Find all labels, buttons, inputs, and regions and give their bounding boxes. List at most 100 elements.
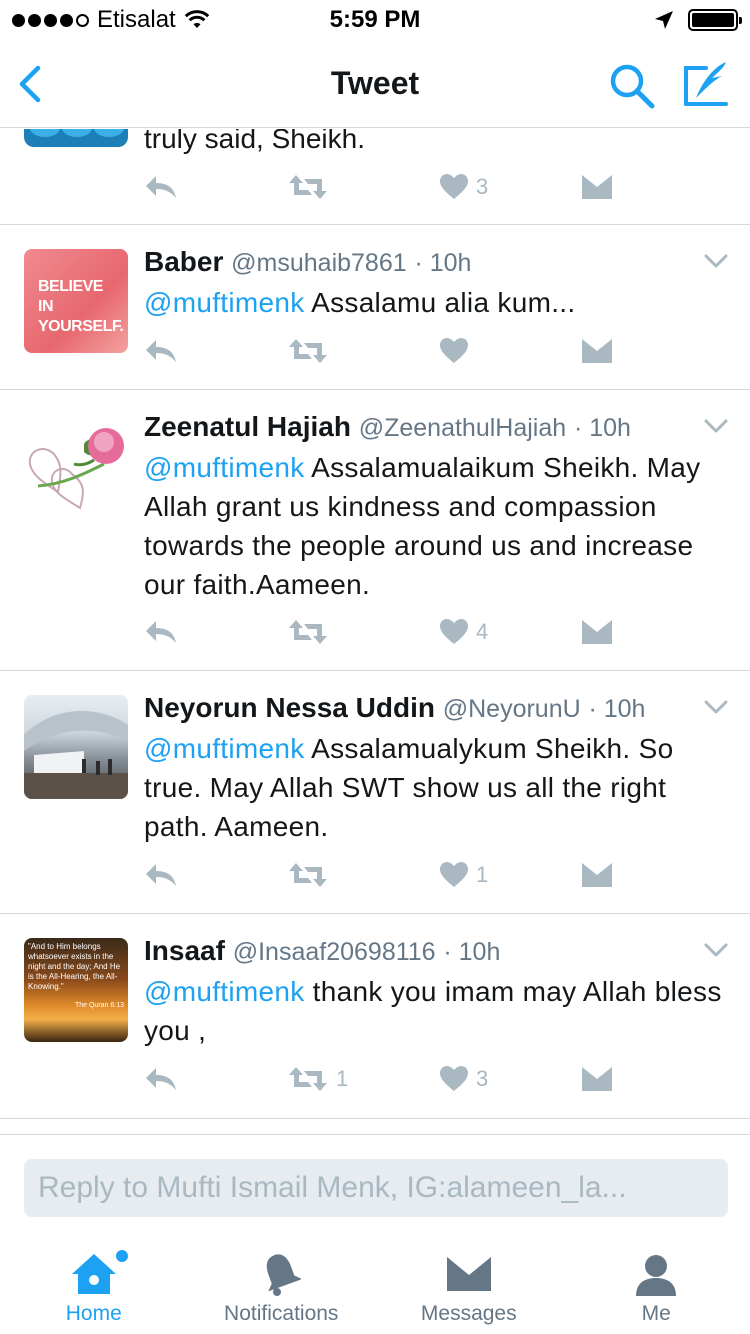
like-count: 4 <box>476 619 489 644</box>
retweet-button[interactable] <box>288 612 336 652</box>
reply-button[interactable] <box>144 331 178 371</box>
reply-input[interactable]: Reply to Mufti Ismail Menk, IG:alameen_l… <box>24 1159 728 1217</box>
status-right <box>654 9 742 31</box>
bell-icon <box>267 1254 302 1296</box>
tweet-header: Insaaf @Insaaf20698116 · 10h <box>144 932 690 971</box>
chevron-down-icon[interactable] <box>704 699 728 715</box>
back-chevron-icon[interactable] <box>14 62 50 106</box>
tab-me[interactable]: Me <box>563 1236 750 1334</box>
direct-message-button[interactable] <box>582 331 612 371</box>
envelope-icon <box>582 339 612 363</box>
tweet-text: @muftimenk thank you imam may Allah bles… <box>144 976 722 1046</box>
tweet-actions: 1 <box>144 855 624 895</box>
chevron-down-icon[interactable] <box>704 942 728 958</box>
like-button[interactable]: 4 <box>440 612 488 652</box>
reply-icon <box>146 1068 176 1090</box>
envelope-icon <box>582 175 612 199</box>
mention-link[interactable]: @muftimenk <box>144 452 305 483</box>
retweet-button[interactable]: 1 <box>288 1059 348 1099</box>
tab-messages[interactable]: Messages <box>375 1236 563 1334</box>
avatar-caption: "And to Him belongs whatsoever exists in… <box>28 942 121 991</box>
like-button[interactable] <box>440 331 476 371</box>
location-arrow-icon <box>655 11 673 29</box>
chevron-down-icon[interactable] <box>704 418 728 434</box>
like-button[interactable]: 1 <box>440 855 488 895</box>
tweet[interactable]: BELIEVE IN YOURSELF. Baber @msuhaib7861 … <box>0 225 750 390</box>
user-handle[interactable]: @NeyorunU <box>443 695 581 723</box>
tweet[interactable]: Neyorun Nessa Uddin @NeyorunU · 10h @muf… <box>0 671 750 914</box>
retweet-icon <box>289 863 327 887</box>
user-name[interactable]: Baber <box>144 246 223 277</box>
user-handle[interactable]: @ZeenathulHajiah <box>359 414 566 442</box>
like-count: 3 <box>476 1066 489 1091</box>
home-icon <box>71 1254 116 1294</box>
rose-hearts-image <box>28 428 124 510</box>
tweet-text: @muftimenk Assalamualaikum Sheikh. May A… <box>144 452 701 600</box>
user-name[interactable]: Zeenatul Hajiah <box>144 411 351 442</box>
tweet[interactable]: Zeenatul Hajiah @ZeenathulHajiah · 10h @… <box>0 390 750 671</box>
tweet-actions: 4 <box>144 612 624 652</box>
avatar[interactable] <box>24 414 128 518</box>
direct-message-button[interactable] <box>582 855 612 895</box>
tweet-time: · 10h <box>443 938 501 966</box>
user-handle[interactable]: @msuhaib7861 <box>231 249 407 277</box>
reply-icon <box>146 864 176 886</box>
user-name[interactable]: Insaaf <box>144 935 225 966</box>
tab-label: Messages <box>420 1302 517 1325</box>
envelope-icon <box>446 1257 491 1291</box>
heart-icon <box>440 338 468 363</box>
reply-button[interactable] <box>144 855 178 895</box>
tweet[interactable]: "And to Him belongs whatsoever exists in… <box>0 914 750 1119</box>
avatar[interactable]: "And to Him belongs whatsoever exists in… <box>24 938 128 1042</box>
new-content-badge <box>116 1250 128 1262</box>
tweet-actions: 1 3 <box>144 1059 624 1099</box>
user-handle[interactable]: @Insaaf20698116 <box>233 938 436 966</box>
reply-button[interactable] <box>144 1059 178 1099</box>
tweet-feed[interactable]: truly said, Sheikh. 3 BELIEVE IN YOURSEL… <box>0 129 750 1132</box>
tweet-time: · 10h <box>414 249 472 277</box>
tab-label: Notifications <box>224 1302 339 1325</box>
search-icon[interactable] <box>606 60 658 112</box>
direct-message-button[interactable] <box>582 167 612 207</box>
chevron-down-icon[interactable] <box>704 253 728 269</box>
mention-link[interactable]: @muftimenk <box>144 976 305 1007</box>
like-button[interactable]: 3 <box>440 167 488 207</box>
like-count: 3 <box>476 174 489 199</box>
direct-message-button[interactable] <box>582 1059 612 1099</box>
mention-link[interactable]: @muftimenk <box>144 287 305 318</box>
tweet-text: @muftimenk Assalamualykum Sheikh. So tru… <box>144 733 674 842</box>
tab-bar: Home Notifications Messages Me <box>0 1236 750 1334</box>
heart-icon <box>440 1066 468 1091</box>
station-photo-image <box>24 711 128 799</box>
mention-link[interactable]: @muftimenk <box>144 733 305 764</box>
reply-button[interactable] <box>144 167 178 207</box>
tweet-header: Zeenatul Hajiah @ZeenathulHajiah · 10h <box>144 408 690 447</box>
reply-icon <box>146 176 176 198</box>
retweet-button[interactable] <box>288 855 336 895</box>
avatar-reference: The Quran 6:13 <box>74 1002 124 1009</box>
tweet-partial[interactable]: truly said, Sheikh. 3 <box>0 129 750 225</box>
avatar[interactable] <box>24 695 128 799</box>
heart-icon <box>440 862 468 887</box>
nav-bar: Tweet <box>0 40 750 128</box>
reply-button[interactable] <box>144 612 178 652</box>
avatar[interactable]: BELIEVE IN YOURSELF. <box>24 249 128 353</box>
retweet-button[interactable] <box>288 331 336 371</box>
tab-notifications[interactable]: Notifications <box>188 1236 376 1334</box>
retweet-count: 1 <box>336 1066 349 1091</box>
wifi-icon <box>184 10 209 28</box>
person-icon <box>636 1255 677 1296</box>
tweet-time: · 10h <box>573 414 631 442</box>
envelope-icon <box>582 863 612 887</box>
user-name[interactable]: Neyorun Nessa Uddin <box>144 692 435 723</box>
reply-bar: Reply to Mufti Ismail Menk, IG:alameen_l… <box>0 1134 750 1236</box>
compose-tweet-icon[interactable] <box>682 58 732 108</box>
tweet-text: truly said, Sheikh. <box>144 129 365 154</box>
retweet-button[interactable] <box>288 167 328 207</box>
avatar[interactable] <box>24 129 128 147</box>
retweet-icon <box>289 339 327 363</box>
direct-message-button[interactable] <box>582 612 612 652</box>
status-bar: Etisalat 5:59 PM <box>0 0 750 40</box>
tab-home[interactable]: Home <box>0 1236 188 1334</box>
like-button[interactable]: 3 <box>440 1059 488 1099</box>
